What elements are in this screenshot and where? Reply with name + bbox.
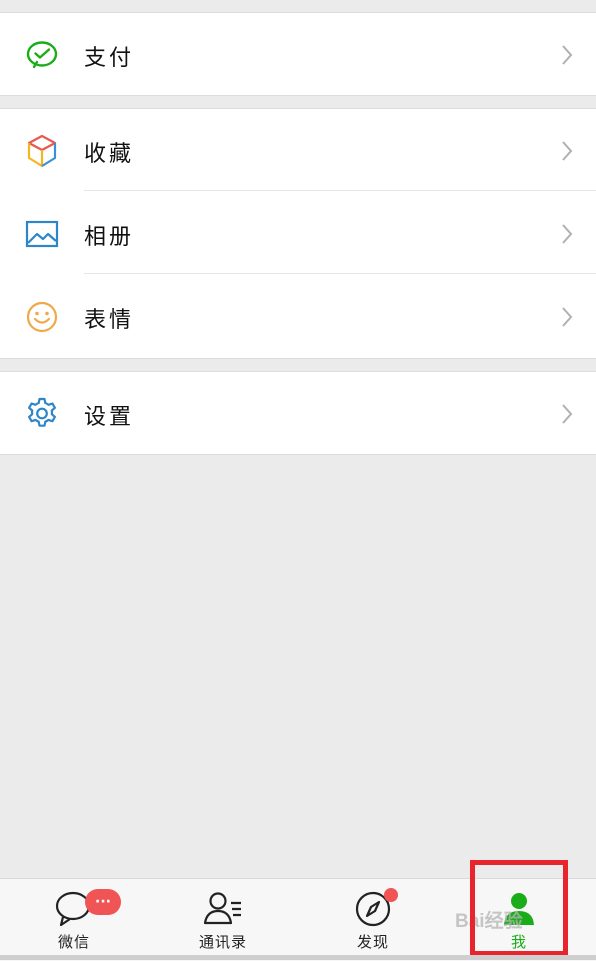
menu-group-media: 收藏 相册 表情 <box>0 109 596 358</box>
tab-chats[interactable]: 微信 ··· <box>19 879 129 961</box>
tab-contacts[interactable]: 通讯录 <box>168 879 278 961</box>
menu-item-album[interactable]: 相册 <box>0 192 596 274</box>
divider <box>0 95 596 96</box>
unread-badge: ··· <box>85 889 121 915</box>
tab-discover[interactable]: 发现 <box>318 879 428 961</box>
tab-label: 发现 <box>356 933 389 951</box>
chevron-right-icon <box>562 224 573 244</box>
highlight-box <box>470 860 568 956</box>
menu-item-label: 支付 <box>84 46 135 71</box>
smiley-icon <box>26 301 58 333</box>
tab-label: 通讯录 <box>198 933 247 951</box>
menu-group-settings: 设置 <box>0 372 596 454</box>
contacts-icon <box>203 892 241 925</box>
menu-item-label: 相册 <box>84 225 135 250</box>
menu-item-label: 表情 <box>84 308 135 333</box>
gear-icon <box>28 397 56 427</box>
menu-item-stickers[interactable]: 表情 <box>0 275 596 357</box>
tab-label: 微信 <box>57 933 90 951</box>
cube-icon <box>27 134 57 168</box>
divider <box>84 273 596 274</box>
chevron-right-icon <box>562 307 573 327</box>
chevron-right-icon <box>562 141 573 161</box>
notification-dot <box>384 888 398 902</box>
wechat-pay-icon <box>26 41 58 69</box>
chevron-right-icon <box>562 404 573 424</box>
menu-item-settings[interactable]: 设置 <box>0 372 596 454</box>
bottom-strip <box>0 955 596 960</box>
menu-item-label: 收藏 <box>84 142 135 167</box>
menu-item-pay[interactable]: 支付 <box>0 13 596 95</box>
divider <box>0 358 596 359</box>
divider <box>84 190 596 191</box>
chevron-right-icon <box>562 45 573 65</box>
menu-item-favorites[interactable]: 收藏 <box>0 109 596 191</box>
menu-item-label: 设置 <box>84 405 135 430</box>
picture-icon <box>25 220 59 248</box>
divider <box>0 454 596 455</box>
menu-group-pay: 支付 <box>0 13 596 95</box>
